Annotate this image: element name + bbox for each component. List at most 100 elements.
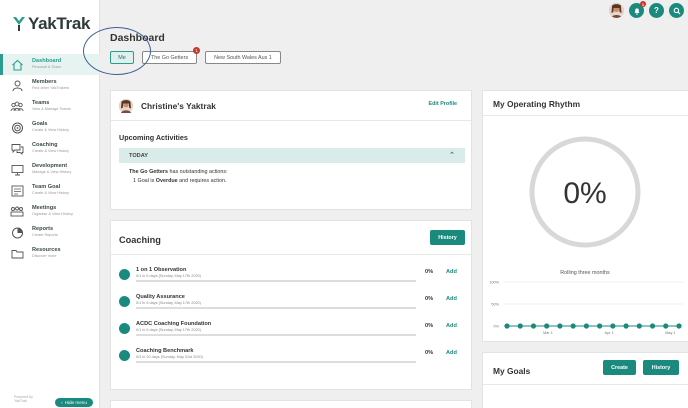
coaching-history-button[interactable]: History [430, 230, 465, 245]
sidebar-item-reports[interactable]: Reports Create Reports [0, 222, 100, 243]
sidebar-item-resources[interactable]: Resources Discover more [0, 243, 100, 264]
upcoming-activities-title: Upcoming Activities [119, 133, 188, 142]
chevron-left-icon: ‹ [61, 400, 63, 405]
sidebar-item-sub: Discover more [32, 253, 57, 258]
create-goal-button[interactable]: Create [603, 360, 636, 375]
tab-label: The Go Getters [151, 54, 189, 61]
coaching-row: ACDC Coaching Foundation 0/1 in 6 days (… [119, 321, 469, 341]
series-point[interactable] [544, 323, 550, 329]
coaching-row: Coaching Benchmark 0/3 in 20 days (Sunda… [119, 348, 469, 368]
sidebar-item-sub: Create Reports [32, 232, 58, 237]
sidebar: YakTrak Dashboard Personal & Team Members… [0, 0, 100, 408]
sidebar-item-goals[interactable]: Goals Create & View History [0, 117, 100, 138]
powered-by: Powered by YakTrak [14, 395, 33, 404]
x-tick-label: May 1 [665, 331, 675, 335]
series-point[interactable] [570, 323, 576, 329]
my-goals-title: My Goals [493, 366, 531, 376]
sidebar-item-sub: Create & View History [32, 127, 70, 132]
activity-count: 1 Goal is [133, 178, 156, 184]
hide-menu-button[interactable]: ‹ Hide menu [55, 398, 93, 407]
add-coaching-button[interactable]: Add [446, 323, 457, 329]
add-coaching-button[interactable]: Add [446, 296, 457, 302]
activity-detail: 1 Goal is Overdue and requires action. [133, 178, 227, 184]
person-icon [10, 80, 24, 92]
sidebar-item-sub: Create & View History [32, 148, 70, 153]
activity-team[interactable]: The Go Getters [129, 169, 168, 175]
sidebar-item-sub: Manage & View History [32, 169, 72, 174]
sidebar-item-sub: Organise & View History [32, 211, 74, 216]
rhythm-caption: Rolling three months [560, 270, 610, 276]
activity-status: Overdue [155, 178, 178, 184]
series-point[interactable] [610, 323, 616, 329]
notification-count-badge: 1 [640, 1, 646, 7]
my-goals-card: My Goals Create History [482, 352, 688, 408]
series-point[interactable] [636, 323, 642, 329]
progress-bar [136, 334, 416, 336]
bell-icon [634, 7, 639, 15]
home-icon [10, 59, 24, 71]
series-point[interactable] [557, 323, 563, 329]
tab-new-south-wales-aus-1[interactable]: New South Wales Aus 1 [205, 51, 281, 64]
help-icon: ? [654, 6, 659, 15]
chevron-up-icon[interactable]: ⌃ [449, 151, 455, 159]
help-button[interactable]: ? [649, 3, 664, 18]
goals-history-button[interactable]: History [643, 360, 679, 375]
series-point[interactable] [597, 323, 603, 329]
series-point[interactable] [583, 323, 589, 329]
coaching-title: Coaching [119, 235, 161, 245]
sidebar-item-members[interactable]: Members Find other YakTrakers [0, 75, 100, 96]
coaching-name[interactable]: ACDC Coaching Foundation [136, 321, 211, 327]
activity-text: has outstanding actions: [167, 169, 228, 175]
folder-icon [10, 248, 24, 260]
profile-name: Christine's Yaktrak [141, 100, 216, 111]
user-avatar[interactable] [609, 3, 624, 18]
highlight-annotation-circle [83, 27, 151, 75]
today-label: TODAY [129, 152, 148, 159]
operating-rhythm-card: My Operating Rhythm 0% Rolling three mon… [482, 90, 688, 342]
today-section-header[interactable]: TODAY ⌃ [119, 148, 465, 163]
sidebar-item-coaching[interactable]: Coaching Create & View History [0, 138, 100, 159]
profile-card: Christine's Yaktrak Edit Profile Upcomin… [110, 90, 472, 210]
logo[interactable]: YakTrak [12, 14, 90, 34]
series-point[interactable] [504, 323, 510, 329]
tab-badge: 1 [193, 47, 201, 54]
coaching-percent: 0% [425, 323, 434, 329]
status-dot [119, 296, 130, 307]
coaching-row: 1 on 1 Observation 0/1 in 6 days (Sunday… [119, 267, 469, 287]
team-goal-icon [10, 185, 24, 197]
sidebar-item-team-goal[interactable]: Team Goal Create & View History [0, 180, 100, 201]
activity-line: The Go Getters has outstanding actions: [129, 169, 228, 175]
series-point[interactable] [649, 323, 656, 329]
add-coaching-button[interactable]: Add [446, 269, 457, 275]
search-button[interactable] [669, 3, 684, 18]
x-tick-label: Mar 1 [543, 331, 553, 335]
hide-menu-label: Hide menu [64, 400, 87, 405]
notifications-button[interactable]: 1 [629, 1, 646, 18]
coaching-due: 0/1 in 6 days (Sunday, May 17th 2020) [136, 328, 201, 332]
edit-profile-link[interactable]: Edit Profile [429, 101, 457, 107]
series-point[interactable] [623, 323, 629, 329]
rhythm-gauge-value: 0% [563, 177, 606, 210]
series-point[interactable] [663, 323, 669, 329]
progress-bar [136, 361, 416, 363]
coaching-name[interactable]: 1 on 1 Observation [136, 267, 186, 273]
coaching-percent: 0% [425, 296, 434, 302]
target-icon [10, 122, 24, 134]
sidebar-item-teams[interactable]: Teams View & Manage Teams [0, 96, 100, 117]
coaching-due: 0/1 in 6 days (Sunday, May 17th 2020) [136, 274, 201, 278]
development-icon [10, 164, 24, 176]
coaching-name[interactable]: Quality Assurance [136, 294, 185, 300]
yak-logo-icon [13, 17, 25, 31]
series-point[interactable] [530, 323, 537, 329]
search-icon [673, 7, 680, 14]
sidebar-item-development[interactable]: Development Manage & View History [0, 159, 100, 180]
series-point[interactable] [676, 323, 682, 329]
sidebar-item-meetings[interactable]: Meetings Organise & View History [0, 201, 100, 222]
divider [483, 384, 688, 385]
series-point[interactable] [517, 323, 523, 329]
add-coaching-button[interactable]: Add [446, 350, 457, 356]
coaching-due: 0/1 in 6 days (Sunday, May 17th 2020) [136, 301, 201, 305]
progress-bar [136, 307, 416, 309]
coaching-name[interactable]: Coaching Benchmark [136, 348, 194, 354]
coaching-due: 0/3 in 20 days (Sunday, May 31st 2020) [136, 355, 203, 359]
